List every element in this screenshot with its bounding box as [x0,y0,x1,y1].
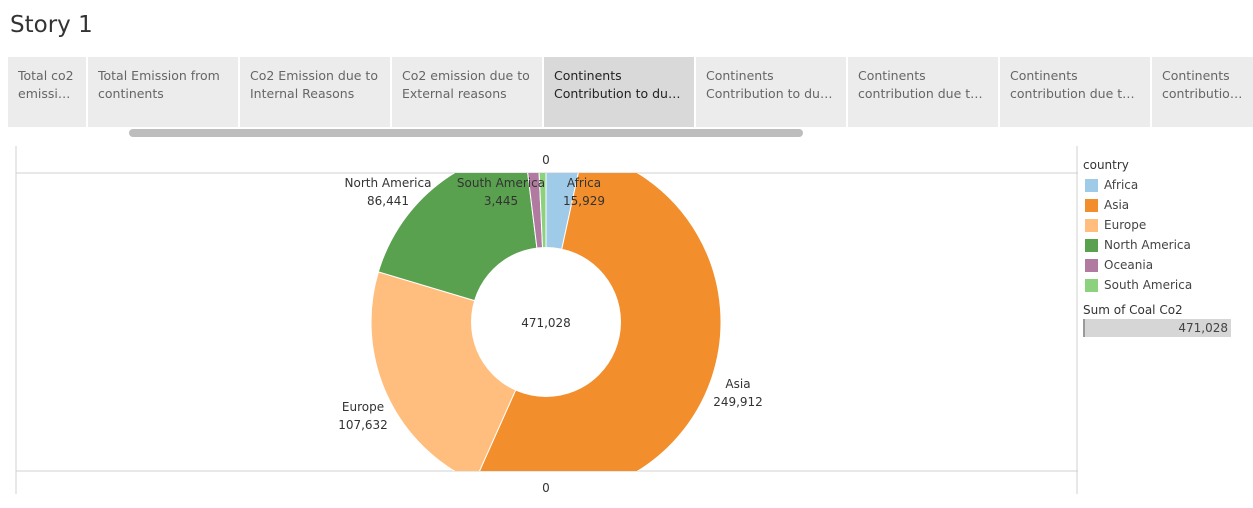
tab-line1: Continents [858,68,926,83]
size-legend-title: Sum of Coal Co2 [1083,303,1183,317]
tab-line1: Co2 emission due to [402,68,530,83]
legend-title: country [1083,158,1129,172]
story-tab-2[interactable]: Total Emission from continents [88,57,238,127]
tab-line1: Continents [1010,68,1078,83]
slice-name-label-africa: Africa [567,176,601,190]
slice-name-label-north-america: North America [345,176,432,190]
tabs-scrollbar[interactable] [129,129,803,137]
legend-item-oceania[interactable]: Oceania [1083,255,1253,275]
legend-label: Europe [1104,218,1147,232]
story-tab-6[interactable]: Continents Contribution to due C.. [696,57,846,127]
slice-value-label-europe: 107,632 [338,418,388,432]
story-point-tabs: Total co2 emission f.. Total Emission fr… [8,57,1253,127]
legend-item-north-america[interactable]: North America [1083,235,1253,255]
center-total-label: 471,028 [521,316,571,330]
legend-item-africa[interactable]: Africa [1083,175,1253,195]
tab-line2: contribution .. [1162,86,1243,101]
legend-swatch [1085,178,1098,192]
slice-name-label-south-america: South America [457,176,545,190]
tab-line2: emission f.. [18,86,76,101]
legend-label: Africa [1104,178,1139,192]
donut-chart: 471,028 0 0 Africa 15,929 Asia 249,912 Europe 10… [15,146,1078,495]
axis-top-zero-label: 0 [542,153,550,167]
legend-swatch [1085,198,1098,212]
legend-swatch [1085,238,1098,252]
story-tab-8[interactable]: Continents contribution due to fl.. [1000,57,1150,127]
legend-label: North America [1104,238,1191,252]
story-title: Story 1 [10,12,93,38]
legend-label: South America [1104,278,1193,292]
story-tab-1[interactable]: Total co2 emission f.. [8,57,86,127]
tab-line2: contribution due to fl.. [1010,86,1140,101]
axis-bottom-zero-label: 0 [542,481,550,495]
slice-value-label-asia: 249,912 [713,395,763,409]
story-tab-5[interactable]: Continents Contribution to due c.. [544,57,694,127]
legend-item-europe[interactable]: Europe [1083,215,1253,235]
legend-label: Oceania [1104,258,1154,272]
donut-chart-area: 471,028 0 0 Africa 15,929 Asia 249,912 Europe 10… [15,146,1078,495]
slice-value-label-africa: 15,929 [563,194,605,208]
legend-swatch [1085,258,1098,272]
tab-line1: Continents [554,68,622,83]
legend-swatch [1085,218,1098,232]
story-tab-7[interactable]: Continents contribution due to G.. [848,57,998,127]
legend-swatch [1085,278,1098,292]
slice-value-label-south-america: 3,445 [484,194,518,208]
tab-line1: Total Emission from [98,68,220,83]
story-tab-4[interactable]: Co2 emission due to External reasons [392,57,542,127]
tab-line2: Contribution to due c.. [554,86,684,101]
slice-name-label-europe: Europe [342,400,384,414]
legend-item-south-america[interactable]: South America [1083,275,1253,295]
size-legend-bar: 471,028 [1083,319,1231,337]
tab-line2: Contribution to due C.. [706,86,836,101]
legend-label: Asia [1104,198,1130,212]
tab-line2: contribution due to G.. [858,86,988,101]
story-tab-3[interactable]: Co2 Emission due to Internal Reasons [240,57,390,127]
tab-line2: External reasons [402,86,507,101]
tab-line1: Co2 Emission due to [250,68,378,83]
tab-line1: Total co2 [18,68,74,83]
legend: country Africa Asia Europe North America… [1083,158,1253,337]
slice-value-label-north-america: 86,441 [367,194,409,208]
tab-line2: continents [98,86,164,101]
tab-line1: Continents [1162,68,1230,83]
story-tab-9[interactable]: Continents contribution .. [1152,57,1253,127]
slice-name-label-asia: Asia [725,377,750,391]
tab-line1: Continents [706,68,774,83]
tab-line2: Internal Reasons [250,86,355,101]
legend-item-asia[interactable]: Asia [1083,195,1253,215]
